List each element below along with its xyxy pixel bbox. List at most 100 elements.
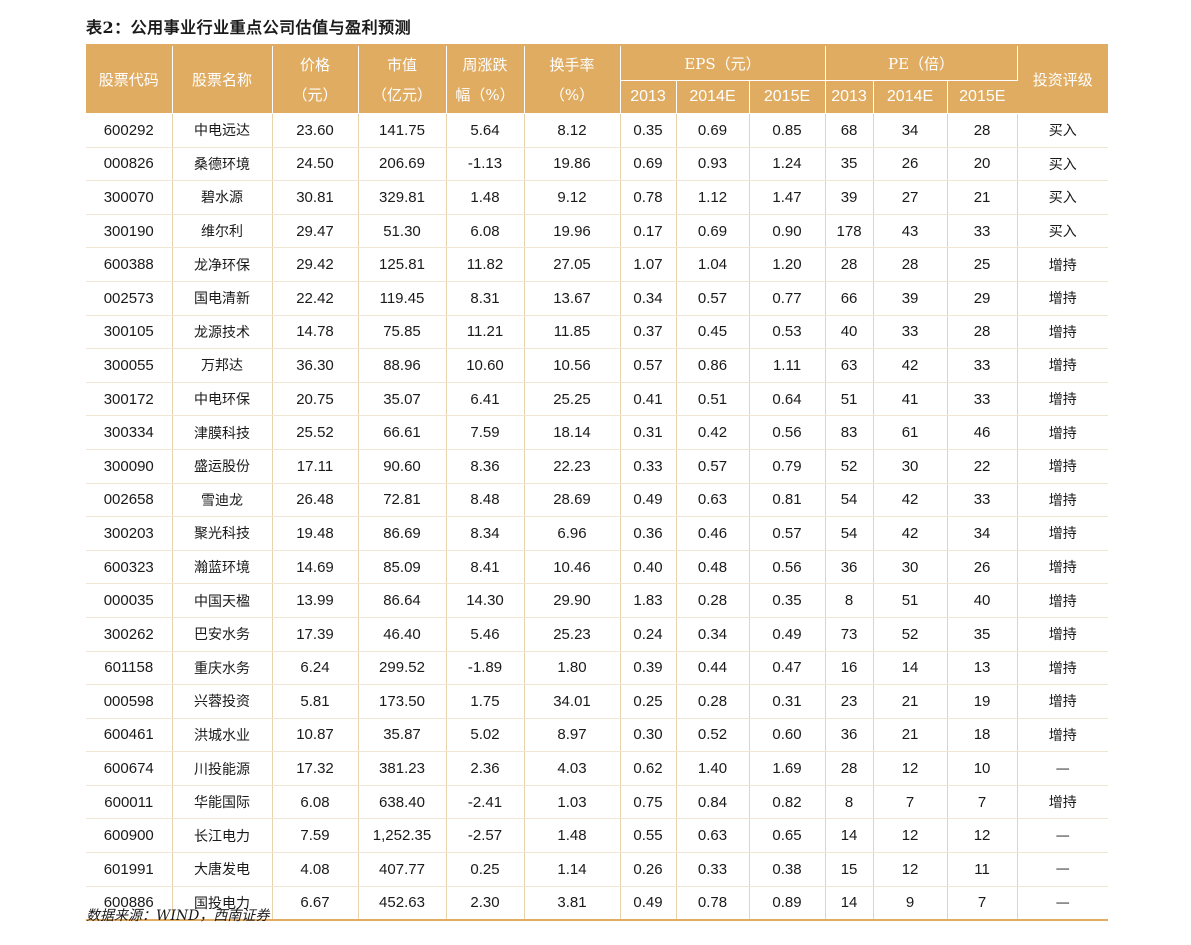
eps-2015e-cell: 0.79 [749,449,826,484]
stock-name-cell: 龙净环保 [172,247,273,282]
eps-2013-cell: 0.41 [620,382,677,417]
pe-2015e-cell: 7 [947,785,1018,820]
eps-2015e-cell: 0.85 [749,113,826,148]
stock-name-cell: 重庆水务 [172,651,273,686]
table-row: 300334 津膜科技 25.52 66.61 7.59 18.14 0.31 0.42 0.5… [86,415,1109,450]
eps-2013-cell: 0.49 [620,886,677,922]
turnover-cell: 1.03 [524,785,621,820]
eps-2014e-cell: 0.57 [676,281,750,316]
table-row: 300262 巴安水务 17.39 46.40 5.46 25.23 0.24 0.34 0.4… [86,617,1109,652]
eps-2015e-cell: 0.65 [749,818,826,854]
pe-2013-cell: 28 [825,751,874,786]
stock-name-cell: 雪迪龙 [172,483,273,518]
stock-code-cell: 300203 [86,516,173,551]
stock-name-cell: 瀚蓝环境 [172,550,273,585]
rating-cell: — [1017,886,1109,922]
turnover-cell: 34.01 [524,684,621,719]
eps-2014e-cell: 0.84 [676,785,750,820]
eps-2015e-cell: 0.81 [749,483,826,518]
rating-cell: 增持 [1017,281,1109,316]
table-row: 600011 华能国际 6.08 638.40 -2.41 1.03 0.75 0.84 0.8… [86,785,1109,820]
stock-name-cell: 中电远达 [172,113,273,148]
stock-name-cell: 维尔利 [172,214,273,249]
pe-2015e-cell: 7 [947,886,1018,922]
turnover-cell: 27.05 [524,247,621,282]
table-row: 600323 瀚蓝环境 14.69 85.09 8.41 10.46 0.40 0.48 0.5… [86,550,1109,585]
weekly-change-cell: 5.46 [446,617,525,652]
pe-2014e-cell: 7 [873,785,948,820]
market-cap-cell: 206.69 [358,147,447,182]
header-pe-2014e: 2014E [873,80,948,114]
price-cell: 25.52 [272,415,359,450]
eps-2014e-cell: 0.48 [676,550,750,585]
pe-2013-cell: 51 [825,382,874,417]
price-cell: 29.42 [272,247,359,282]
pe-2015e-cell: 25 [947,247,1018,282]
price-cell: 22.42 [272,281,359,316]
stock-code-cell: 600461 [86,718,173,753]
eps-2014e-cell: 0.28 [676,684,750,719]
turnover-cell: 10.56 [524,348,621,383]
pe-2015e-cell: 28 [947,315,1018,350]
price-cell: 14.69 [272,550,359,585]
weekly-change-cell: 2.30 [446,886,525,922]
table-row: 300055 万邦达 36.30 88.96 10.60 10.56 0.57 0.86 1.1… [86,348,1109,383]
market-cap-cell: 66.61 [358,415,447,450]
header-weekly-change: 周涨跌 幅（%） [446,45,525,114]
rating-cell: 增持 [1017,718,1109,753]
rating-cell: 增持 [1017,247,1109,282]
turnover-cell: 28.69 [524,483,621,518]
market-cap-cell: 299.52 [358,651,447,686]
pe-2013-cell: 52 [825,449,874,484]
table-row: 300090 盛运股份 17.11 90.60 8.36 22.23 0.33 0.57 0.7… [86,449,1109,484]
price-cell: 4.08 [272,852,359,887]
pe-2014e-cell: 30 [873,449,948,484]
pe-2014e-cell: 14 [873,651,948,686]
stock-code-cell: 600900 [86,818,173,854]
price-cell: 10.87 [272,718,359,753]
header-eps-2014e: 2014E [676,80,750,114]
eps-2015e-cell: 0.60 [749,718,826,753]
stock-name-cell: 碧水源 [172,180,273,215]
header-weekly-bottom: 幅（%） [455,85,515,104]
stock-name-cell: 桑德环境 [172,147,273,182]
pe-2015e-cell: 35 [947,617,1018,652]
eps-2014e-cell: 0.44 [676,651,750,686]
eps-2014e-cell: 0.28 [676,583,750,618]
eps-2013-cell: 0.26 [620,852,677,887]
market-cap-cell: 381.23 [358,751,447,786]
eps-2014e-cell: 0.78 [676,886,750,922]
eps-2013-cell: 0.40 [620,550,677,585]
pe-2013-cell: 14 [825,886,874,922]
turnover-cell: 1.48 [524,818,621,854]
turnover-cell: 13.67 [524,281,621,316]
table-body: 600292 中电远达 23.60 141.75 5.64 8.12 0.35 0.69 0.8… [86,113,1109,922]
eps-2015e-cell: 0.53 [749,315,826,350]
rating-cell: 买入 [1017,214,1109,249]
price-cell: 5.81 [272,684,359,719]
market-cap-cell: 90.60 [358,449,447,484]
stock-name-cell: 大唐发电 [172,852,273,887]
market-cap-cell: 329.81 [358,180,447,215]
price-cell: 6.67 [272,886,359,922]
weekly-change-cell: 6.08 [446,214,525,249]
stock-name-cell: 津膜科技 [172,415,273,450]
table-row: 300070 碧水源 30.81 329.81 1.48 9.12 0.78 1.12 1.47… [86,180,1109,215]
pe-2014e-cell: 21 [873,684,948,719]
pe-2013-cell: 36 [825,550,874,585]
eps-2015e-cell: 1.47 [749,180,826,215]
pe-2015e-cell: 20 [947,147,1018,182]
eps-2014e-cell: 0.69 [676,113,750,148]
weekly-change-cell: 8.36 [446,449,525,484]
eps-2015e-cell: 0.38 [749,852,826,887]
eps-2014e-cell: 0.86 [676,348,750,383]
rating-cell: 增持 [1017,415,1109,450]
eps-2014e-cell: 0.57 [676,449,750,484]
pe-2015e-cell: 26 [947,550,1018,585]
eps-2014e-cell: 1.12 [676,180,750,215]
turnover-cell: 22.23 [524,449,621,484]
rating-cell: 增持 [1017,483,1109,518]
weekly-change-cell: 14.30 [446,583,525,618]
eps-2015e-cell: 1.20 [749,247,826,282]
market-cap-cell: 72.81 [358,483,447,518]
